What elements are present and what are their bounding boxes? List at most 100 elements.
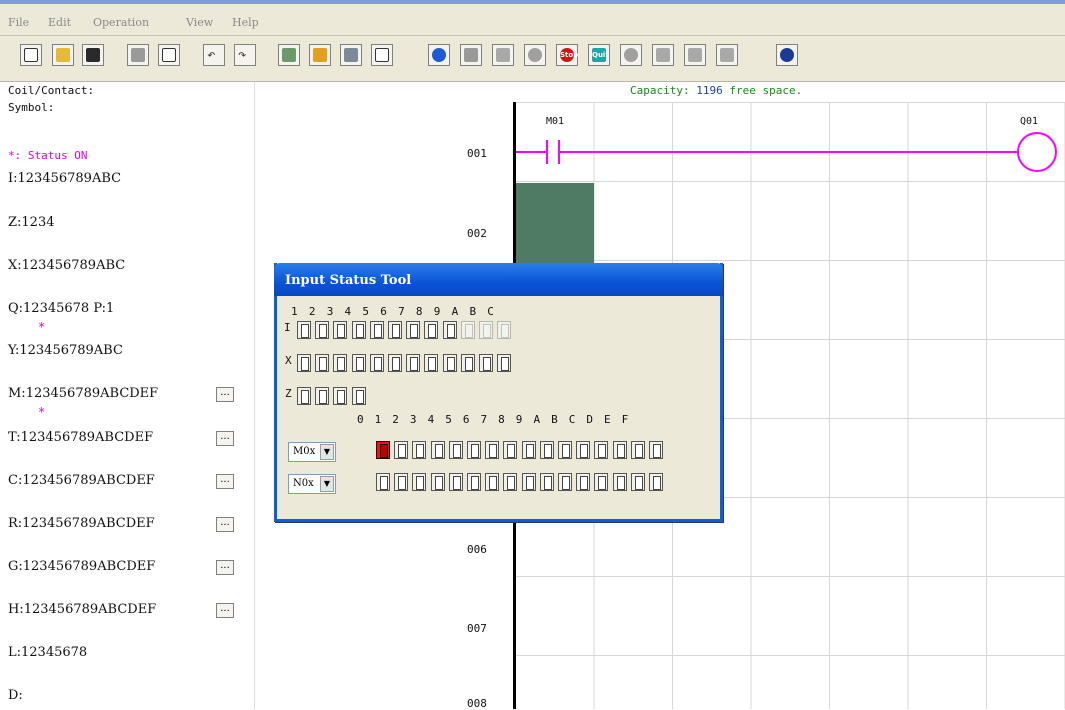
n-input-toggle[interactable] bbox=[394, 473, 409, 491]
function-block-icon[interactable] bbox=[340, 44, 362, 66]
undo-icon[interactable]: ↶ bbox=[203, 44, 225, 66]
more-r-button[interactable]: ... bbox=[216, 517, 234, 532]
n-input-toggle[interactable] bbox=[376, 473, 390, 491]
i-input-toggle[interactable] bbox=[351, 321, 366, 339]
more-h-button[interactable]: ... bbox=[216, 603, 234, 618]
z-input-toggle[interactable] bbox=[333, 387, 348, 405]
x-input-toggle[interactable] bbox=[442, 354, 457, 372]
n-input-toggle[interactable] bbox=[576, 473, 591, 491]
m-input-toggle[interactable] bbox=[576, 441, 591, 459]
m-input-toggle[interactable] bbox=[612, 441, 627, 459]
i-input-toggle[interactable] bbox=[297, 321, 311, 339]
dialog-titlebar[interactable]: Input Status Tool bbox=[274, 263, 723, 296]
x-input-toggle[interactable] bbox=[460, 354, 475, 372]
print-preview-icon[interactable] bbox=[158, 44, 180, 66]
n-input-toggle[interactable] bbox=[612, 473, 627, 491]
m-input-toggle[interactable] bbox=[558, 441, 572, 459]
quit-icon[interactable]: Quit bbox=[588, 44, 610, 66]
m-input-toggle[interactable] bbox=[394, 441, 409, 459]
x-input-toggle[interactable] bbox=[479, 354, 493, 372]
simulate-icon[interactable] bbox=[524, 44, 546, 66]
more-t-button[interactable]: ... bbox=[216, 431, 234, 446]
n-input-toggle[interactable] bbox=[521, 473, 536, 491]
n-input-toggle[interactable] bbox=[558, 473, 572, 491]
n-input-toggle[interactable] bbox=[412, 473, 427, 491]
x-input-toggle[interactable] bbox=[297, 354, 311, 372]
more-m-button[interactable]: ... bbox=[216, 387, 234, 402]
m-input-toggle[interactable] bbox=[649, 441, 663, 459]
n-input-toggle[interactable] bbox=[485, 473, 500, 491]
m-input-toggle[interactable] bbox=[467, 441, 481, 459]
i-input-toggle[interactable] bbox=[333, 321, 348, 339]
download-icon[interactable] bbox=[716, 44, 738, 66]
menu-help[interactable]: Help bbox=[232, 16, 259, 29]
n-input-toggle[interactable] bbox=[503, 473, 518, 491]
n-input-toggle[interactable] bbox=[649, 473, 663, 491]
i-input-toggle[interactable] bbox=[406, 321, 421, 339]
z-input-toggle[interactable] bbox=[297, 387, 311, 405]
more-g-button[interactable]: ... bbox=[216, 560, 234, 575]
coil-q01[interactable] bbox=[1017, 132, 1057, 172]
m-input-toggle[interactable] bbox=[539, 441, 554, 459]
m-input-toggle[interactable] bbox=[448, 441, 463, 459]
monitor-icon[interactable] bbox=[278, 44, 300, 66]
m-input-toggle[interactable] bbox=[503, 441, 518, 459]
m-input-toggle[interactable] bbox=[412, 441, 427, 459]
x-input-toggle[interactable] bbox=[315, 354, 330, 372]
z-input-toggle[interactable] bbox=[315, 387, 330, 405]
n-range-select[interactable]: N0x ▼ bbox=[288, 474, 336, 494]
new-icon[interactable] bbox=[20, 44, 42, 66]
n-input-toggle[interactable] bbox=[539, 473, 554, 491]
open-icon[interactable] bbox=[52, 44, 74, 66]
n-input-toggle[interactable] bbox=[594, 473, 609, 491]
i-input-toggle[interactable] bbox=[460, 321, 475, 339]
text-icon[interactable] bbox=[371, 44, 393, 66]
z-input-toggle[interactable] bbox=[351, 387, 366, 405]
x-input-toggle[interactable] bbox=[369, 354, 384, 372]
x-input-toggle[interactable] bbox=[333, 354, 348, 372]
i-input-toggle[interactable] bbox=[479, 321, 493, 339]
upload-icon[interactable] bbox=[684, 44, 706, 66]
n-input-toggle[interactable] bbox=[448, 473, 463, 491]
print-icon[interactable] bbox=[127, 44, 149, 66]
monitor-off-icon[interactable] bbox=[652, 44, 674, 66]
m-input-toggle[interactable] bbox=[521, 441, 536, 459]
run-icon[interactable] bbox=[620, 44, 642, 66]
chevron-down-icon[interactable]: ▼ bbox=[320, 444, 334, 460]
x-input-toggle[interactable] bbox=[424, 354, 439, 372]
menu-view[interactable]: View bbox=[186, 16, 213, 29]
m-input-toggle[interactable] bbox=[594, 441, 609, 459]
m-input-toggle[interactable] bbox=[430, 441, 445, 459]
m-range-select[interactable]: M0x ▼ bbox=[288, 442, 336, 462]
write-icon[interactable] bbox=[492, 44, 514, 66]
help-icon[interactable] bbox=[776, 44, 798, 66]
n-input-toggle[interactable] bbox=[430, 473, 445, 491]
cell-cursor[interactable] bbox=[516, 183, 594, 263]
m-input-toggle[interactable] bbox=[630, 441, 645, 459]
i-input-toggle[interactable] bbox=[315, 321, 330, 339]
ladder-icon[interactable] bbox=[309, 44, 331, 66]
read-icon[interactable] bbox=[460, 44, 482, 66]
i-input-toggle[interactable] bbox=[369, 321, 384, 339]
x-input-toggle[interactable] bbox=[388, 354, 402, 372]
m-input-toggle[interactable] bbox=[485, 441, 500, 459]
m-input-toggle[interactable] bbox=[376, 441, 390, 459]
contact-m01-left-bar[interactable] bbox=[546, 140, 548, 164]
save-icon[interactable] bbox=[82, 44, 104, 66]
redo-icon[interactable]: ↷ bbox=[234, 44, 256, 66]
x-input-toggle[interactable] bbox=[497, 354, 512, 372]
i-input-toggle[interactable] bbox=[497, 321, 512, 339]
x-input-toggle[interactable] bbox=[406, 354, 421, 372]
menu-edit[interactable]: Edit bbox=[48, 16, 71, 29]
i-input-toggle[interactable] bbox=[424, 321, 439, 339]
more-c-button[interactable]: ... bbox=[216, 474, 234, 489]
n-input-toggle[interactable] bbox=[630, 473, 645, 491]
connect-icon[interactable] bbox=[428, 44, 450, 66]
chevron-down-icon[interactable]: ▼ bbox=[320, 476, 334, 492]
i-input-toggle[interactable] bbox=[442, 321, 457, 339]
menu-operation[interactable]: Operation bbox=[93, 16, 149, 29]
i-input-toggle[interactable] bbox=[388, 321, 402, 339]
menu-file[interactable]: File bbox=[8, 16, 29, 29]
stop-icon[interactable]: Stop bbox=[556, 44, 578, 66]
n-input-toggle[interactable] bbox=[467, 473, 481, 491]
